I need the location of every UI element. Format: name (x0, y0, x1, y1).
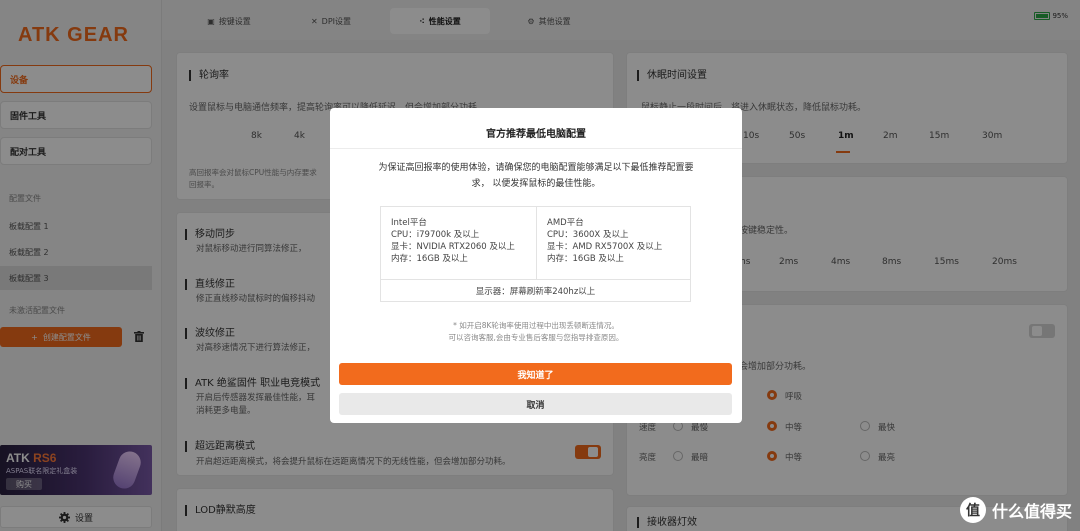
intel-platform: Intel平台 (391, 218, 427, 228)
amd-spec: AMD平台 CPU：3600X 及以上 显卡：AMD RX5700X 及以上 内… (537, 207, 692, 279)
recommended-config-dialog: 官方推荐最低电脑配置 为保证高回报率的使用体验，请确保您的电脑配置能够满足以下最… (330, 108, 742, 423)
dialog-note-1: * 如开启8K轮询率使用过程中出现丢顿断连情况。 (453, 321, 619, 330)
confirm-button[interactable]: 我知道了 (339, 363, 732, 385)
dialog-divider (330, 148, 742, 149)
intel-ram: 内存：16GB 及以上 (391, 254, 468, 264)
watermark-text: 什么值得买 (991, 502, 1072, 521)
intel-spec: Intel平台 CPU：i79700k 及以上 显卡：NVIDIA RTX206… (381, 207, 536, 279)
watermark: 值 什么值得买 (959, 497, 1072, 523)
amd-cpu: CPU：3600X 及以上 (547, 230, 629, 240)
cancel-button[interactable]: 取消 (339, 393, 732, 415)
watermark-badge: 值 (959, 497, 986, 523)
dialog-note: * 如开启8K轮询率使用过程中出现丢顿断连情况。 可以咨询客服,会由专业售后客服… (370, 320, 702, 344)
amd-ram: 内存：16GB 及以上 (547, 254, 624, 264)
dialog-title: 官方推荐最低电脑配置 (486, 129, 586, 140)
intel-gpu: 显卡：NVIDIA RTX2060 及以上 (391, 242, 515, 252)
dialog-message: 为保证高回报率的使用体验，请确保您的电脑配置能够满足以下最低推荐配置要求， 以便… (378, 163, 694, 189)
dialog-note-2: 可以咨询客服,会由专业售后客服与您指导排查原因。 (448, 333, 624, 342)
spec-table: Intel平台 CPU：i79700k 及以上 显卡：NVIDIA RTX206… (380, 206, 691, 302)
display-spec: 显示器：屏幕刷新率240hz以上 (475, 287, 596, 297)
amd-platform: AMD平台 (547, 218, 584, 228)
amd-gpu: 显卡：AMD RX5700X 及以上 (547, 242, 663, 252)
intel-cpu: CPU：i79700k 及以上 (391, 230, 480, 240)
